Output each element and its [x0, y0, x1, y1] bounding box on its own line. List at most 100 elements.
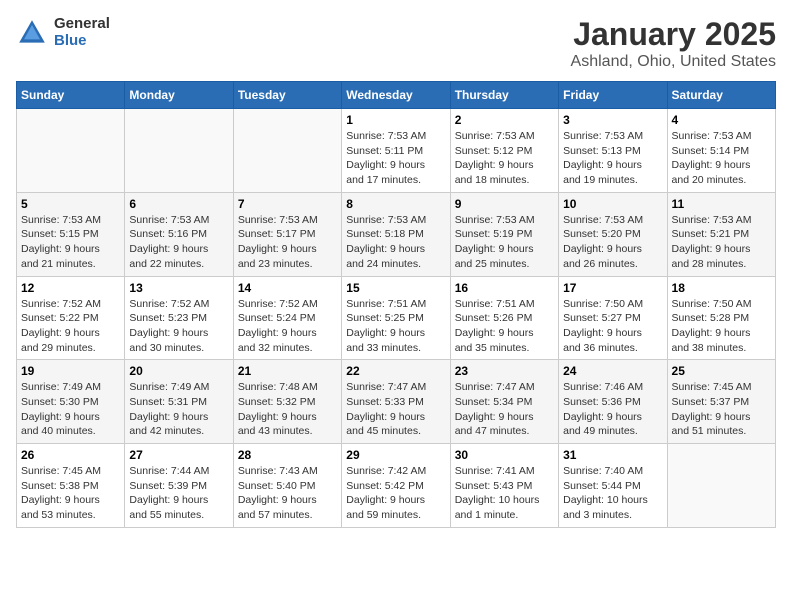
- day-info: Sunrise: 7:52 AM Sunset: 5:23 PM Dayligh…: [129, 297, 228, 356]
- calendar-cell: 29 Sunrise: 7:42 AM Sunset: 5:42 PM Dayli…: [342, 444, 450, 528]
- day-number: 7: [238, 197, 337, 211]
- calendar-cell: 11 Sunrise: 7:53 AM Sunset: 5:21 PM Dayli…: [667, 192, 775, 276]
- day-info: Sunrise: 7:53 AM Sunset: 5:14 PM Dayligh…: [672, 129, 771, 188]
- weekday-header-row: SundayMondayTuesdayWednesdayThursdayFrid…: [17, 82, 776, 109]
- day-number: 24: [563, 364, 662, 378]
- day-number: 15: [346, 281, 445, 295]
- day-number: 28: [238, 448, 337, 462]
- day-number: 4: [672, 113, 771, 127]
- calendar-cell: 12Sunrise: 7:52 AM Sunset: 5:22 PM Dayli…: [17, 276, 125, 360]
- day-info: Sunrise: 7:53 AM Sunset: 5:18 PM Dayligh…: [346, 213, 445, 272]
- weekday-header-saturday: Saturday: [667, 82, 775, 109]
- day-number: 9: [455, 197, 554, 211]
- day-info: Sunrise: 7:42 AM Sunset: 5:42 PM Dayligh…: [346, 464, 445, 523]
- logo: General Blue: [16, 16, 110, 49]
- day-info: Sunrise: 7:53 AM Sunset: 5:15 PM Dayligh…: [21, 213, 120, 272]
- day-number: 30: [455, 448, 554, 462]
- day-info: Sunrise: 7:52 AM Sunset: 5:22 PM Dayligh…: [21, 297, 120, 356]
- calendar-cell: 25 Sunrise: 7:45 AM Sunset: 5:37 PM Dayli…: [667, 360, 775, 444]
- day-info: Sunrise: 7:52 AM Sunset: 5:24 PM Dayligh…: [238, 297, 337, 356]
- day-info: Sunrise: 7:53 AM Sunset: 5:16 PM Dayligh…: [129, 213, 228, 272]
- day-info: Sunrise: 7:50 AM Sunset: 5:27 PM Dayligh…: [563, 297, 662, 356]
- calendar-week-4: 26Sunrise: 7:45 AM Sunset: 5:38 PM Dayli…: [17, 444, 776, 528]
- calendar-cell: 14Sunrise: 7:52 AM Sunset: 5:24 PM Dayli…: [233, 276, 341, 360]
- day-number: 22: [346, 364, 445, 378]
- calendar-cell: 3Sunrise: 7:53 AM Sunset: 5:13 PM Daylig…: [559, 109, 667, 193]
- generalblue-logo-icon: [16, 17, 48, 49]
- calendar-header: SundayMondayTuesdayWednesdayThursdayFrid…: [17, 82, 776, 109]
- day-info: Sunrise: 7:53 AM Sunset: 5:12 PM Dayligh…: [455, 129, 554, 188]
- day-number: 8: [346, 197, 445, 211]
- calendar-cell: 16 Sunrise: 7:51 AM Sunset: 5:26 PM Dayli…: [450, 276, 558, 360]
- logo-text: General Blue: [54, 16, 110, 49]
- calendar-cell: [233, 109, 341, 193]
- calendar-cell: 30 Sunrise: 7:41 AM Sunset: 5:43 PM Dayli…: [450, 444, 558, 528]
- day-number: 2: [455, 113, 554, 127]
- weekday-header-wednesday: Wednesday: [342, 82, 450, 109]
- calendar-cell: 6 Sunrise: 7:53 AM Sunset: 5:16 PM Daylig…: [125, 192, 233, 276]
- day-info: Sunrise: 7:53 AM Sunset: 5:19 PM Dayligh…: [455, 213, 554, 272]
- day-number: 10: [563, 197, 662, 211]
- calendar-week-0: 1 Sunrise: 7:53 AM Sunset: 5:11 PM Daylig…: [17, 109, 776, 193]
- calendar-cell: 5 Sunrise: 7:53 AM Sunset: 5:15 PM Daylig…: [17, 192, 125, 276]
- day-info: Sunrise: 7:47 AM Sunset: 5:33 PM Dayligh…: [346, 380, 445, 439]
- day-info: Sunrise: 7:53 AM Sunset: 5:20 PM Dayligh…: [563, 213, 662, 272]
- calendar-cell: 9 Sunrise: 7:53 AM Sunset: 5:19 PM Daylig…: [450, 192, 558, 276]
- day-number: 1: [346, 113, 445, 127]
- calendar-cell: 21Sunrise: 7:48 AM Sunset: 5:32 PM Dayli…: [233, 360, 341, 444]
- day-number: 13: [129, 281, 228, 295]
- subtitle: Ashland, Ohio, United States: [571, 53, 776, 71]
- calendar-cell: 4 Sunrise: 7:53 AM Sunset: 5:14 PM Daylig…: [667, 109, 775, 193]
- calendar-cell: 26Sunrise: 7:45 AM Sunset: 5:38 PM Dayli…: [17, 444, 125, 528]
- calendar-cell: 10 Sunrise: 7:53 AM Sunset: 5:20 PM Dayli…: [559, 192, 667, 276]
- calendar-cell: 27Sunrise: 7:44 AM Sunset: 5:39 PM Dayli…: [125, 444, 233, 528]
- day-number: 29: [346, 448, 445, 462]
- calendar-week-1: 5 Sunrise: 7:53 AM Sunset: 5:15 PM Daylig…: [17, 192, 776, 276]
- logo-general: General: [54, 16, 110, 33]
- calendar-cell: 1 Sunrise: 7:53 AM Sunset: 5:11 PM Daylig…: [342, 109, 450, 193]
- day-info: Sunrise: 7:51 AM Sunset: 5:25 PM Dayligh…: [346, 297, 445, 356]
- day-number: 25: [672, 364, 771, 378]
- calendar-cell: [667, 444, 775, 528]
- day-info: Sunrise: 7:49 AM Sunset: 5:30 PM Dayligh…: [21, 380, 120, 439]
- main-title: January 2025: [571, 16, 776, 53]
- day-number: 11: [672, 197, 771, 211]
- day-info: Sunrise: 7:40 AM Sunset: 5:44 PM Dayligh…: [563, 464, 662, 523]
- title-block: January 2025 Ashland, Ohio, United State…: [571, 16, 776, 71]
- calendar-cell: 15 Sunrise: 7:51 AM Sunset: 5:25 PM Dayli…: [342, 276, 450, 360]
- day-info: Sunrise: 7:48 AM Sunset: 5:32 PM Dayligh…: [238, 380, 337, 439]
- calendar-cell: 13 Sunrise: 7:52 AM Sunset: 5:23 PM Dayli…: [125, 276, 233, 360]
- calendar-cell: 7 Sunrise: 7:53 AM Sunset: 5:17 PM Daylig…: [233, 192, 341, 276]
- calendar-week-2: 12Sunrise: 7:52 AM Sunset: 5:22 PM Dayli…: [17, 276, 776, 360]
- calendar-cell: 2 Sunrise: 7:53 AM Sunset: 5:12 PM Daylig…: [450, 109, 558, 193]
- calendar-table: SundayMondayTuesdayWednesdayThursdayFrid…: [16, 81, 776, 528]
- day-number: 26: [21, 448, 120, 462]
- day-info: Sunrise: 7:47 AM Sunset: 5:34 PM Dayligh…: [455, 380, 554, 439]
- weekday-header-sunday: Sunday: [17, 82, 125, 109]
- calendar-cell: 18Sunrise: 7:50 AM Sunset: 5:28 PM Dayli…: [667, 276, 775, 360]
- day-info: Sunrise: 7:51 AM Sunset: 5:26 PM Dayligh…: [455, 297, 554, 356]
- calendar-cell: [17, 109, 125, 193]
- day-number: 23: [455, 364, 554, 378]
- day-number: 17: [563, 281, 662, 295]
- day-info: Sunrise: 7:53 AM Sunset: 5:17 PM Dayligh…: [238, 213, 337, 272]
- day-info: Sunrise: 7:41 AM Sunset: 5:43 PM Dayligh…: [455, 464, 554, 523]
- day-info: Sunrise: 7:53 AM Sunset: 5:11 PM Dayligh…: [346, 129, 445, 188]
- calendar-body: 1 Sunrise: 7:53 AM Sunset: 5:11 PM Daylig…: [17, 109, 776, 528]
- day-info: Sunrise: 7:53 AM Sunset: 5:21 PM Dayligh…: [672, 213, 771, 272]
- day-number: 20: [129, 364, 228, 378]
- day-info: Sunrise: 7:46 AM Sunset: 5:36 PM Dayligh…: [563, 380, 662, 439]
- day-number: 6: [129, 197, 228, 211]
- day-number: 31: [563, 448, 662, 462]
- day-number: 18: [672, 281, 771, 295]
- calendar-cell: 28Sunrise: 7:43 AM Sunset: 5:40 PM Dayli…: [233, 444, 341, 528]
- calendar-cell: 24 Sunrise: 7:46 AM Sunset: 5:36 PM Dayli…: [559, 360, 667, 444]
- day-info: Sunrise: 7:45 AM Sunset: 5:37 PM Dayligh…: [672, 380, 771, 439]
- day-number: 5: [21, 197, 120, 211]
- page-header: General Blue January 2025 Ashland, Ohio,…: [16, 16, 776, 71]
- day-info: Sunrise: 7:44 AM Sunset: 5:39 PM Dayligh…: [129, 464, 228, 523]
- calendar-cell: 8 Sunrise: 7:53 AM Sunset: 5:18 PM Daylig…: [342, 192, 450, 276]
- weekday-header-monday: Monday: [125, 82, 233, 109]
- day-number: 16: [455, 281, 554, 295]
- calendar-cell: 19Sunrise: 7:49 AM Sunset: 5:30 PM Dayli…: [17, 360, 125, 444]
